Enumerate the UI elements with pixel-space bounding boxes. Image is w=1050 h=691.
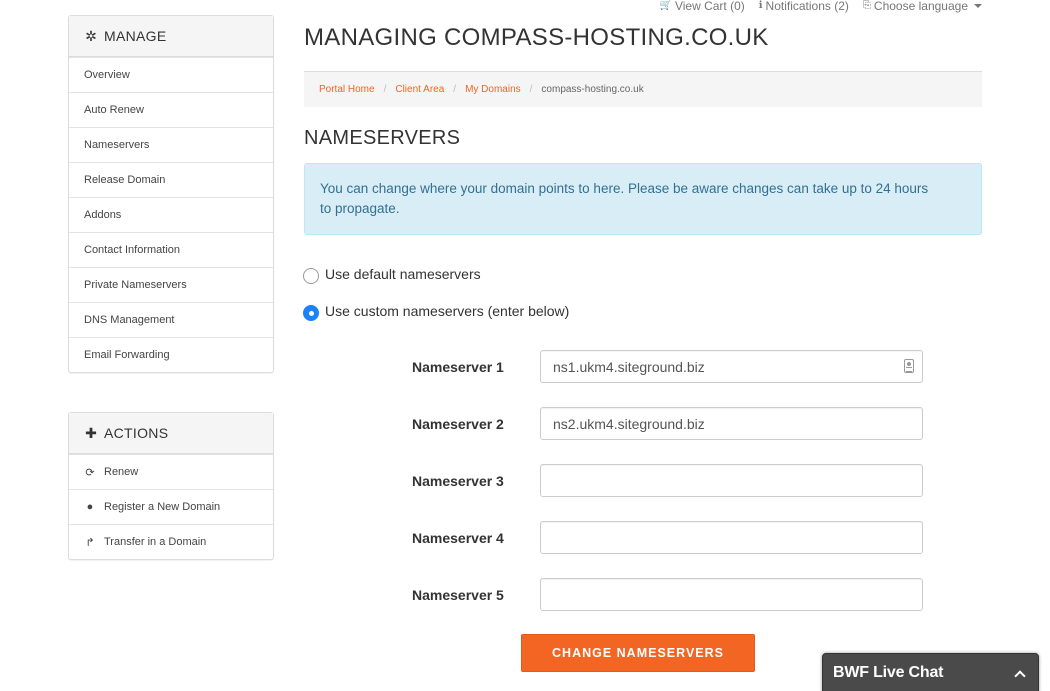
sidebar-item-release-domain[interactable]: Release Domain — [69, 162, 273, 197]
top-navbar: 🛒 View Cart (0) ℹ Notifications (2) ⎘ Ch… — [659, 0, 982, 12]
share-icon: ↱ — [85, 536, 95, 549]
action-label: Transfer in a Domain — [104, 536, 207, 548]
sidebar-item-auto-renew[interactable]: Auto Renew — [69, 92, 273, 127]
nameserver-5-label: Nameserver 5 — [412, 586, 504, 603]
breadcrumb-client-area[interactable]: Client Area — [395, 84, 444, 95]
chevron-up-icon[interactable] — [1014, 669, 1026, 682]
sidebar-item-label: Release Domain — [84, 174, 166, 186]
manage-panel-title: MANAGE — [104, 28, 167, 44]
sidebar-item-addons[interactable]: Addons — [69, 197, 273, 232]
page-title: MANAGING COMPASS-HOSTING.CO.UK — [304, 24, 769, 51]
shopping-cart-icon: 🛒 — [659, 0, 672, 11]
section-title: NAMESERVERS — [304, 127, 461, 149]
live-chat-title: BWF Live Chat — [833, 664, 944, 681]
sidebar-item-contact-information[interactable]: Contact Information — [69, 232, 273, 267]
nameserver-1-input[interactable] — [540, 350, 923, 383]
sidebar-item-label: DNS Management — [84, 314, 175, 326]
manage-panel-heading: ✲ MANAGE — [69, 16, 273, 57]
sidebar-item-email-forwarding[interactable]: Email Forwarding — [69, 337, 273, 372]
plus-icon: ✚ — [85, 424, 97, 441]
nameserver-2-row: Nameserver 2 — [412, 407, 923, 440]
action-renew[interactable]: ⟳ Renew — [69, 454, 273, 489]
action-label: Register a New Domain — [104, 501, 221, 513]
refresh-icon: ⟳ — [85, 466, 95, 479]
breadcrumb-separator: / — [529, 84, 533, 95]
sidebar-item-private-nameservers[interactable]: Private Nameservers — [69, 267, 273, 302]
sidebar-item-label: Auto Renew — [84, 104, 144, 116]
nameserver-2-label: Nameserver 2 — [412, 415, 504, 432]
info-alert: You can change where your domain points … — [304, 163, 982, 235]
nameserver-3-row: Nameserver 3 — [412, 464, 923, 497]
nameserver-1-label: Nameserver 1 — [412, 358, 504, 375]
notifications-link[interactable]: ℹ Notifications (2) — [759, 0, 849, 12]
breadcrumb-my-domains[interactable]: My Domains — [465, 84, 521, 95]
globe-icon: ● — [86, 501, 94, 513]
live-chat-widget[interactable]: BWF Live Chat — [822, 653, 1039, 691]
breadcrumb-portal-home[interactable]: Portal Home — [319, 84, 375, 95]
view-cart-link[interactable]: 🛒 View Cart (0) — [659, 0, 744, 12]
radio-custom-nameservers[interactable]: Use custom nameservers (enter below) — [303, 301, 569, 321]
actions-panel: ✚ ACTIONS ⟳ Renew ● Register a New Domai… — [68, 412, 274, 560]
radio-default-nameservers[interactable]: Use default nameservers — [303, 264, 481, 284]
breadcrumb-current: compass-hosting.co.uk — [541, 84, 644, 95]
nameserver-5-row: Nameserver 5 — [412, 578, 923, 611]
manage-panel: ✲ MANAGE Overview Auto Renew Nameservers… — [68, 15, 274, 373]
radio-custom-button[interactable] — [303, 305, 319, 321]
nameserver-5-input[interactable] — [540, 578, 923, 611]
nameserver-3-label: Nameserver 3 — [412, 472, 504, 489]
language-icon: ⎘ — [862, 0, 871, 11]
nameserver-4-row: Nameserver 4 — [412, 521, 923, 554]
nameserver-2-input[interactable] — [540, 407, 923, 440]
sidebar-item-overview[interactable]: Overview — [69, 57, 273, 92]
sidebar-item-label: Overview — [84, 69, 130, 81]
sidebar-item-label: Private Nameservers — [84, 279, 187, 291]
actions-panel-heading: ✚ ACTIONS — [69, 413, 273, 454]
change-nameservers-button[interactable]: CHANGE NAMESERVERS — [521, 634, 755, 672]
nameserver-3-input[interactable] — [540, 464, 923, 497]
caret-down-icon — [974, 4, 982, 8]
sidebar-item-label: Nameservers — [84, 139, 150, 151]
actions-panel-title: ACTIONS — [104, 425, 169, 441]
breadcrumb-separator: / — [383, 84, 387, 95]
action-transfer-domain[interactable]: ↱ Transfer in a Domain — [69, 524, 273, 559]
radio-default-button[interactable] — [303, 268, 319, 284]
sidebar-item-label: Email Forwarding — [84, 349, 170, 361]
radio-custom-label: Use custom nameservers (enter below) — [325, 303, 570, 319]
action-register-domain[interactable]: ● Register a New Domain — [69, 489, 273, 524]
nameserver-4-input[interactable] — [540, 521, 923, 554]
sidebar-item-label: Contact Information — [84, 244, 180, 256]
sidebar-item-nameservers[interactable]: Nameservers — [69, 127, 273, 162]
breadcrumb: Portal Home / Client Area / My Domains /… — [304, 72, 982, 107]
language-dropdown[interactable]: ⎘ Choose language — [863, 0, 982, 12]
breadcrumb-separator: / — [453, 84, 457, 95]
action-label: Renew — [104, 466, 139, 478]
nameserver-1-wrap — [540, 350, 923, 383]
radio-default-label: Use default nameservers — [325, 266, 481, 282]
language-label: Choose language — [873, 0, 968, 13]
sidebar-item-label: Addons — [84, 209, 122, 221]
contact-card-icon[interactable] — [904, 359, 914, 373]
nameserver-4-label: Nameserver 4 — [412, 529, 504, 546]
view-cart-label: View Cart (0) — [674, 0, 745, 13]
sidebar-item-dns-management[interactable]: DNS Management — [69, 302, 273, 337]
notifications-label: Notifications (2) — [765, 0, 849, 13]
gear-icon: ✲ — [85, 27, 97, 44]
info-icon: ℹ — [758, 0, 763, 11]
nameserver-1-row: Nameserver 1 — [412, 350, 923, 383]
